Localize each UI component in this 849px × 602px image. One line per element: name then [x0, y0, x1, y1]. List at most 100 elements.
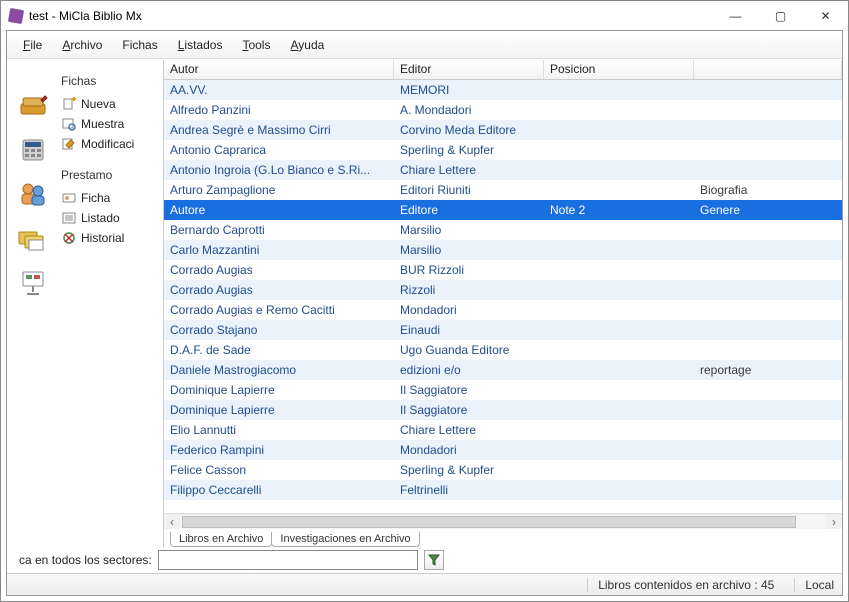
list-icon	[61, 211, 77, 225]
side-item-ficha[interactable]: Ficha	[59, 188, 159, 208]
cell-autor: Autore	[164, 202, 394, 218]
cell-autor: Bernardo Caprotti	[164, 222, 394, 238]
show-icon	[61, 117, 77, 131]
horizontal-scrollbar[interactable]: ‹ ›	[164, 513, 842, 529]
table-row[interactable]: Dominique LapierreIl Saggiatore	[164, 400, 842, 420]
side-item-muestra[interactable]: Muestra	[59, 114, 159, 134]
menu-archivo[interactable]: Archivo	[54, 34, 110, 56]
table-row[interactable]: Corrado AugiasBUR Rizzoli	[164, 260, 842, 280]
search-input[interactable]	[158, 550, 418, 570]
cell-extra	[694, 449, 842, 451]
side-item-modificaci[interactable]: Modificaci	[59, 134, 159, 154]
status-count: Libros contenidos en archivo : 45	[587, 578, 774, 592]
menu-ayuda[interactable]: Ayuda	[282, 34, 332, 56]
cell-editor: Mondadori	[394, 302, 544, 318]
presentation-icon[interactable]	[15, 266, 51, 298]
tab-libros[interactable]: Libros en Archivo	[170, 532, 272, 547]
titlebar[interactable]: test - MiCla Biblio Mx — ▢ ✕	[1, 1, 848, 31]
table-row[interactable]: Bernardo CaprottiMarsilio	[164, 220, 842, 240]
cell-posicion: Note 2	[544, 202, 694, 218]
cell-autor: Alfredo Panzini	[164, 102, 394, 118]
close-button[interactable]: ✕	[803, 1, 848, 31]
cell-posicion	[544, 129, 694, 131]
table-row[interactable]: Corrado StajanoEinaudi	[164, 320, 842, 340]
table-row[interactable]: Corrado Augias e Remo CacittiMondadori	[164, 300, 842, 320]
table-row[interactable]: Andrea Segrè e Massimo CirriCorvino Meda…	[164, 120, 842, 140]
side-item-listado[interactable]: Listado	[59, 208, 159, 228]
cell-extra: Biografia	[694, 182, 842, 198]
scroll-right-icon[interactable]: ›	[826, 514, 842, 530]
cell-posicion	[544, 89, 694, 91]
table-row[interactable]: Filippo CeccarelliFeltrinelli	[164, 480, 842, 500]
cell-autor: Filippo Ceccarelli	[164, 482, 394, 498]
cell-posicion	[544, 309, 694, 311]
cell-autor: Andrea Segrè e Massimo Cirri	[164, 122, 394, 138]
calculator-icon[interactable]	[15, 134, 51, 166]
cell-posicion	[544, 169, 694, 171]
section-fichas: Fichas	[61, 74, 159, 88]
side-item-label: Historial	[81, 231, 124, 245]
cell-editor: Chiare Lettere	[394, 162, 544, 178]
table-row[interactable]: Elio LannuttiChiare Lettere	[164, 420, 842, 440]
table-row[interactable]: Corrado AugiasRizzoli	[164, 280, 842, 300]
cell-editor: Sperling & Kupfer	[394, 462, 544, 478]
cell-extra: reportage	[694, 362, 842, 378]
col-extra[interactable]	[694, 60, 842, 79]
card-icon	[61, 191, 77, 205]
cell-extra	[694, 289, 842, 291]
col-autor[interactable]: Autor	[164, 60, 394, 79]
statusbar: Libros contenidos en archivo : 45 Local	[7, 573, 842, 595]
table-row[interactable]: Alfredo PanziniA. Mondadori	[164, 100, 842, 120]
cell-editor: A. Mondadori	[394, 102, 544, 118]
cell-posicion	[544, 469, 694, 471]
cell-extra: Genere	[694, 202, 842, 218]
filter-button[interactable]	[424, 550, 444, 570]
hist-icon	[61, 231, 77, 245]
rows-container: AA.VV.MEMORIAlfredo PanziniA. MondadoriA…	[164, 80, 842, 513]
side-panel: Fichas NuevaMuestraModificaci Prestamo F…	[59, 60, 163, 547]
table-row[interactable]: Federico RampiniMondadori	[164, 440, 842, 460]
table-row[interactable]: Dominique LapierreIl Saggiatore	[164, 380, 842, 400]
list-area: Autor Editor Posicion AA.VV.MEMORIAlfred…	[163, 60, 842, 547]
folders-icon[interactable]	[15, 222, 51, 254]
cell-extra	[694, 89, 842, 91]
table-row[interactable]: Carlo MazzantiniMarsilio	[164, 240, 842, 260]
tab-investigaciones[interactable]: Investigaciones en Archivo	[271, 532, 419, 547]
cell-editor: Rizzoli	[394, 282, 544, 298]
cell-extra	[694, 489, 842, 491]
cell-autor: Elio Lannutti	[164, 422, 394, 438]
cell-autor: D.A.F. de Sade	[164, 342, 394, 358]
cell-posicion	[544, 369, 694, 371]
table-row[interactable]: Arturo ZampaglioneEditori RiunitiBiograf…	[164, 180, 842, 200]
edit-icon	[61, 137, 77, 151]
side-item-label: Muestra	[81, 117, 124, 131]
table-row[interactable]: Antonio Ingroia (G.Lo Bianco e S.Ri...Ch…	[164, 160, 842, 180]
side-item-label: Ficha	[81, 191, 110, 205]
table-row[interactable]: AA.VV.MEMORI	[164, 80, 842, 100]
table-row[interactable]: AutoreEditoreNote 2Genere	[164, 200, 842, 220]
maximize-button[interactable]: ▢	[758, 1, 803, 31]
menu-listados[interactable]: Listados	[170, 34, 231, 56]
side-item-nueva[interactable]: Nueva	[59, 94, 159, 114]
books-icon[interactable]	[15, 90, 51, 122]
table-row[interactable]: Antonio CapraricaSperling & Kupfer	[164, 140, 842, 160]
scroll-left-icon[interactable]: ‹	[164, 514, 180, 530]
col-posicion[interactable]: Posicion	[544, 60, 694, 79]
cell-editor: Ugo Guanda Editore	[394, 342, 544, 358]
scroll-thumb[interactable]	[182, 516, 796, 528]
cell-editor: Il Saggiatore	[394, 382, 544, 398]
side-item-historial[interactable]: Historial	[59, 228, 159, 248]
table-row[interactable]: D.A.F. de SadeUgo Guanda Editore	[164, 340, 842, 360]
cell-extra	[694, 269, 842, 271]
menu-fichas[interactable]: Fichas	[114, 34, 165, 56]
menu-file[interactable]: File	[15, 34, 50, 56]
table-row[interactable]: Felice CassonSperling & Kupfer	[164, 460, 842, 480]
col-editor[interactable]: Editor	[394, 60, 544, 79]
cell-posicion	[544, 189, 694, 191]
cell-editor: Marsilio	[394, 242, 544, 258]
menu-tools[interactable]: Tools	[234, 34, 278, 56]
cell-posicion	[544, 269, 694, 271]
users-icon[interactable]	[15, 178, 51, 210]
table-row[interactable]: Daniele Mastrogiacomoedizioni e/oreporta…	[164, 360, 842, 380]
minimize-button[interactable]: —	[713, 1, 758, 31]
